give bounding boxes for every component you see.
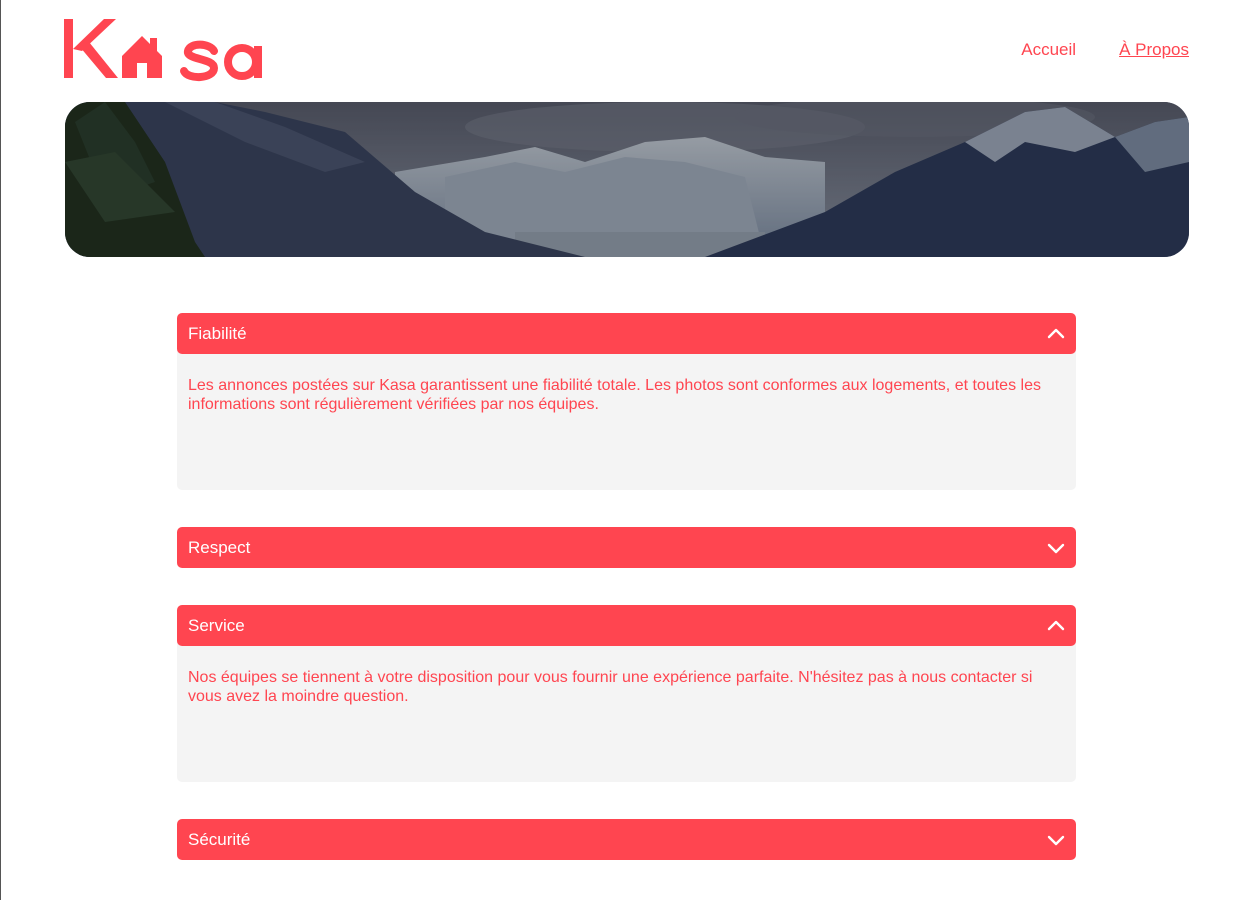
mountain-landscape-image <box>65 102 1189 257</box>
main-nav: Accueil À Propos <box>1021 40 1189 60</box>
collapse-header-service[interactable]: Service <box>177 605 1076 646</box>
nav-link-a-propos[interactable]: À Propos <box>1119 40 1189 60</box>
chevron-down-icon[interactable] <box>1047 831 1065 849</box>
collapse-service: Service Nos équipes se tiennent à votre … <box>177 605 1076 782</box>
chevron-up-icon[interactable] <box>1047 325 1065 343</box>
collapse-fiabilite: Fiabilité Les annonces postées sur Kasa … <box>177 313 1076 490</box>
collapse-title: Respect <box>188 537 251 557</box>
collapse-content: Les annonces postées sur Kasa garantisse… <box>177 350 1076 490</box>
site-header: Kasa Accueil À Propos <box>1 0 1250 100</box>
kasa-logo[interactable]: Kasa <box>64 16 269 82</box>
about-collapses: Fiabilité Les annonces postées sur Kasa … <box>177 313 1076 897</box>
nav-link-accueil[interactable]: Accueil <box>1021 40 1076 60</box>
page: Kasa Accueil À Propos <box>0 0 1250 900</box>
collapse-content: Nos équipes se tiennent à votre disposit… <box>177 642 1076 782</box>
collapse-header-fiabilite[interactable]: Fiabilité <box>177 313 1076 354</box>
logo-graphic <box>64 19 262 81</box>
collapse-title: Service <box>188 615 245 635</box>
chevron-up-icon[interactable] <box>1047 617 1065 635</box>
collapse-header-respect[interactable]: Respect <box>177 527 1076 568</box>
collapse-header-securite[interactable]: Sécurité <box>177 819 1076 860</box>
collapse-respect: Respect <box>177 527 1076 568</box>
collapse-securite: Sécurité <box>177 819 1076 860</box>
collapse-title: Fiabilité <box>188 323 247 343</box>
collapse-title: Sécurité <box>188 829 251 849</box>
banner-image <box>65 102 1189 257</box>
chevron-down-icon[interactable] <box>1047 539 1065 557</box>
